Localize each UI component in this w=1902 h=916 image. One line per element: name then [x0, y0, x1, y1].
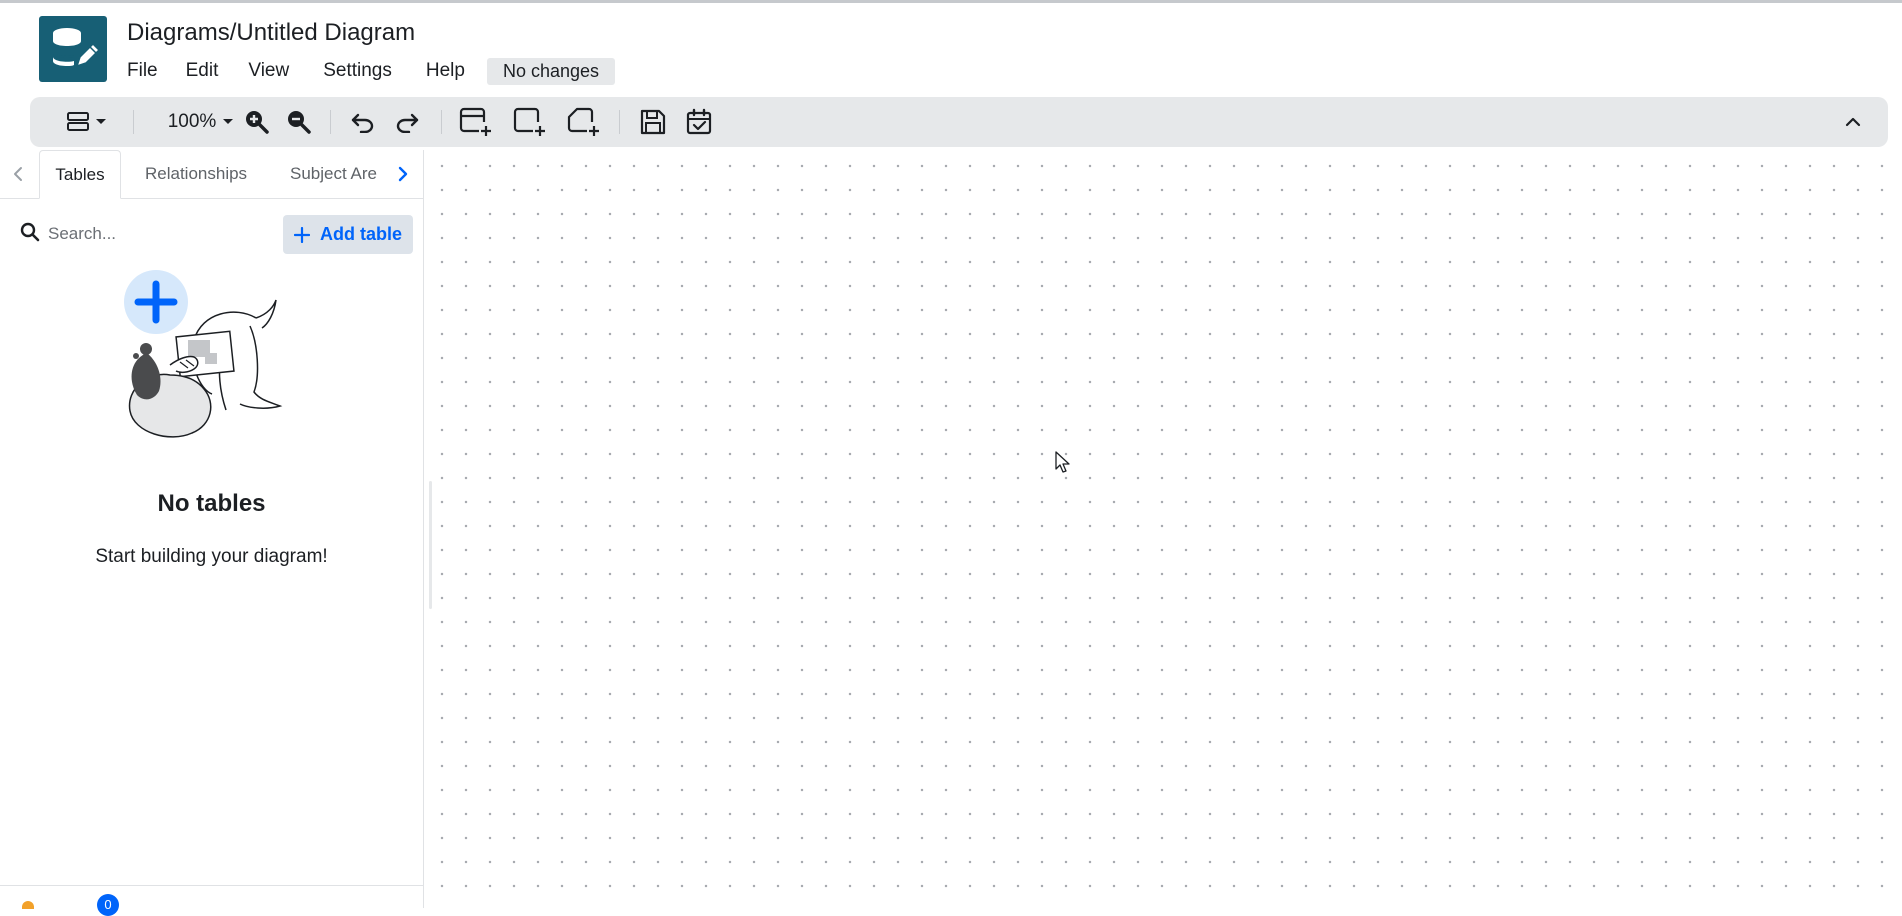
zoom-dropdown-button[interactable]: 100%	[150, 97, 252, 147]
tab-relationships[interactable]: Relationships	[145, 150, 247, 198]
toolbar-separator	[619, 110, 620, 134]
empty-state-illustration	[124, 270, 283, 438]
issues-bar[interactable]: 0	[0, 885, 423, 916]
menu-view[interactable]: View	[248, 60, 289, 82]
todo-icon	[686, 108, 712, 135]
undo-icon	[351, 113, 374, 133]
tabs-scroll-left-button[interactable]	[6, 150, 30, 198]
sidebar: Tables Relationships Subject Are Add tab…	[0, 150, 424, 916]
toolbar: 100%	[30, 97, 1888, 147]
menu-file[interactable]: File	[127, 60, 158, 82]
sidebar-resize-handle[interactable]	[429, 481, 432, 609]
toolbar-separator	[133, 110, 134, 134]
tab-subject-areas[interactable]: Subject Are	[290, 150, 377, 198]
zoom-in-button[interactable]	[240, 97, 274, 147]
window-top-border	[0, 0, 1902, 3]
chevron-right-icon	[398, 166, 408, 182]
add-area-icon	[513, 107, 545, 136]
add-table-button[interactable]: Add table	[283, 215, 413, 254]
empty-state-subtitle: Start building your diagram!	[95, 546, 328, 567]
layout-dropdown-button[interactable]	[62, 97, 112, 147]
toolbar-separator	[441, 110, 442, 134]
todo-button[interactable]	[682, 97, 716, 147]
plus-icon	[293, 226, 310, 243]
save-icon	[640, 109, 666, 135]
zoom-in-icon	[246, 111, 269, 134]
issues-count-badge: 0	[97, 894, 119, 916]
sidebar-tabs: Tables Relationships Subject Are	[0, 150, 423, 199]
toolbar-separator	[330, 110, 331, 134]
database-edit-icon	[52, 28, 101, 68]
app-logo[interactable]	[39, 16, 107, 82]
layout-icon	[67, 112, 89, 131]
zoom-out-button[interactable]	[282, 97, 316, 147]
add-table-icon	[459, 107, 491, 136]
zoom-level: 100%	[167, 111, 217, 132]
add-table-label: Add table	[319, 224, 402, 244]
search-icon	[20, 222, 40, 242]
tabs-scroll-right-button[interactable]	[391, 150, 415, 198]
page-title[interactable]: Diagrams/Untitled Diagram	[127, 19, 415, 47]
menu-bar: File Edit View Settings Help No changes	[127, 56, 616, 86]
save-status-badge: No changes	[486, 57, 616, 85]
chevron-down-icon	[223, 119, 234, 124]
undo-button[interactable]	[346, 97, 380, 147]
save-button[interactable]	[636, 97, 670, 147]
redo-icon	[396, 113, 419, 133]
mouse-cursor-icon	[1055, 451, 1070, 473]
diagram-canvas[interactable]	[424, 150, 1902, 908]
collapse-icon	[1845, 117, 1861, 127]
chevron-down-icon	[96, 119, 106, 124]
add-area-button[interactable]	[510, 97, 550, 147]
redo-button[interactable]	[390, 97, 424, 147]
empty-state-title: No tables	[157, 490, 266, 517]
zoom-out-icon	[288, 111, 311, 134]
menu-edit[interactable]: Edit	[186, 60, 219, 82]
chevron-left-icon	[14, 167, 22, 181]
search-input[interactable]	[46, 217, 270, 251]
menu-help[interactable]: Help	[426, 60, 465, 82]
collapse-toolbar-button[interactable]	[1836, 97, 1870, 147]
add-table-button[interactable]	[456, 97, 496, 147]
add-note-icon	[567, 107, 599, 136]
tab-tables[interactable]: Tables	[39, 150, 121, 199]
add-note-button[interactable]	[564, 97, 604, 147]
menu-settings[interactable]: Settings	[323, 60, 392, 82]
